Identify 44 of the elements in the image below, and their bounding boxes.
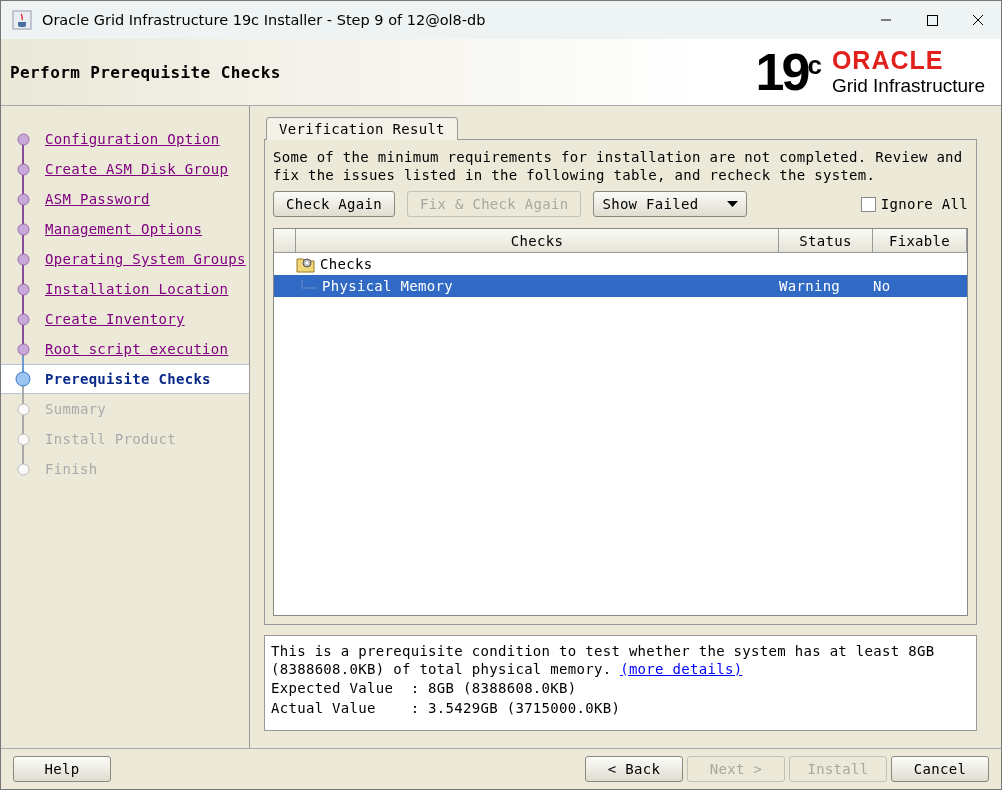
logo-product: Grid Infrastructure [831, 74, 985, 97]
step-label: Prerequisite Checks [45, 371, 211, 387]
footer-button[interactable]: < Back [585, 756, 683, 782]
java-cup-icon [12, 10, 32, 30]
table-row[interactable]: Checks [274, 253, 967, 275]
table-row[interactable]: Physical Memory Warning No [274, 275, 967, 297]
step-label[interactable]: ASM Password [45, 191, 150, 207]
logo-version: 19 [755, 46, 808, 98]
step-label: Summary [45, 401, 107, 417]
step-label: Install Product [45, 431, 176, 447]
step-label[interactable]: Installation Location [45, 281, 229, 297]
column-header[interactable]: Checks [296, 229, 779, 252]
toolbar-button[interactable]: Check Again [273, 191, 396, 217]
description-text: This is a prerequisite condition to test whether the system has at least 8GB (8388608.0KB) of total physical memory. (more details) [271, 642, 936, 678]
step-label[interactable]: Root script execution [45, 341, 229, 357]
footer-button[interactable]: Help [13, 756, 111, 782]
step-label[interactable]: Management Options [45, 221, 203, 237]
status-cell-text: Warning [779, 278, 842, 294]
footer-button[interactable]: Cancel [891, 756, 989, 782]
dropdown-caret-icon [727, 201, 739, 207]
column-header[interactable]: Status [779, 229, 873, 252]
logo-brand: ORACLE [831, 47, 945, 73]
step-label[interactable]: Create ASM Disk Group [45, 161, 229, 177]
detail-line: Actual Value : 3.5429GB (3715000.0KB) [271, 699, 622, 718]
step-label[interactable]: Create Inventory [45, 311, 185, 327]
tab[interactable]: Verification Result [266, 117, 458, 140]
check-name: Checks [320, 256, 373, 272]
column-header[interactable]: Fixable [873, 229, 967, 252]
ignore-all-checkbox[interactable] [860, 196, 876, 212]
step-label: Finish [45, 461, 98, 477]
checkbox-label[interactable]: Ignore All [880, 196, 968, 212]
window-title: Oracle Grid Infrastructure 19c Installer - Step 9 of 12@ol8-db [42, 12, 487, 28]
step-label[interactable]: Configuration Option [45, 131, 220, 147]
step-label[interactable]: Operating System Groups [45, 251, 246, 267]
logo-version-suffix: c [807, 50, 822, 80]
detail-line: Expected Value : 8GB (8388608.0KB) [271, 679, 578, 698]
tree-connector-icon [298, 280, 318, 292]
check-name: Physical Memory [322, 278, 453, 294]
page-title: Perform Prerequisite Checks [10, 62, 282, 82]
more-details-link[interactable]: (more details) [620, 661, 743, 677]
filter-dropdown[interactable]: Show Failed [593, 191, 748, 217]
instruction-text: Some of the minimum requirements for installation are not completed. Review and fix the issues listed in the following table, and recheck the system. [273, 148, 964, 184]
fixable-cell-text: No [873, 278, 892, 294]
folder-gear-icon [296, 255, 316, 273]
